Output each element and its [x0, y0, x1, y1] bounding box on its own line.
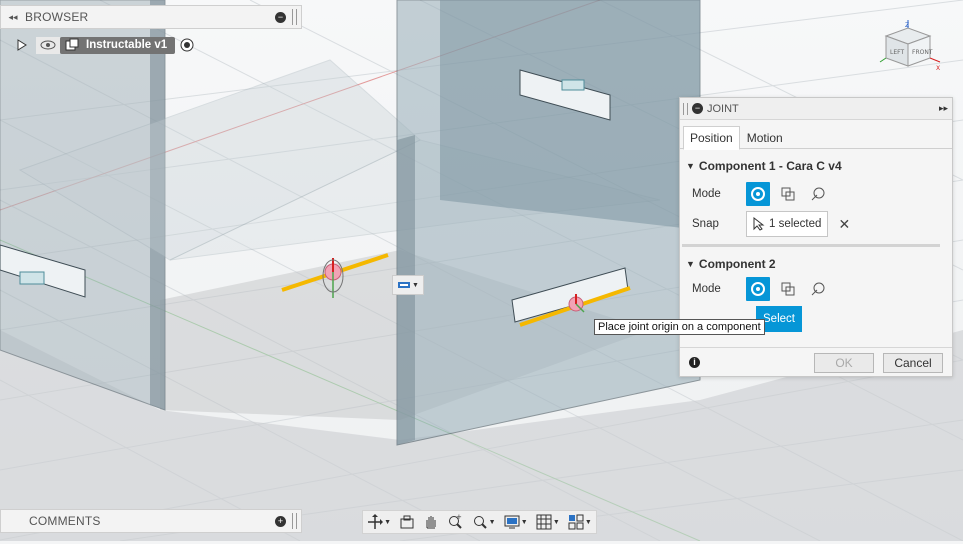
collapse-triangle-icon: ▼	[686, 259, 695, 269]
simple-mode-button[interactable]	[746, 277, 770, 301]
between-faces-icon	[781, 187, 795, 201]
tooltip: Place joint origin on a component	[594, 319, 765, 335]
between-two-faces-button[interactable]	[776, 182, 800, 206]
collapse-panel-icon[interactable]: ◂◂	[7, 11, 19, 23]
document-node[interactable]: Instructable v1	[60, 36, 176, 54]
component2-section-header[interactable]: ▼ Component 2	[686, 255, 952, 273]
minimize-icon[interactable]: −	[275, 11, 286, 23]
flip-direction-control[interactable]: ▼	[392, 275, 424, 295]
section-divider	[682, 244, 940, 247]
viewcube[interactable]: LEFT FRONT Z X	[874, 18, 944, 73]
simple-snap-icon	[751, 187, 765, 201]
fit-icon[interactable]: ▼	[472, 514, 496, 530]
simple-mode-button[interactable]	[746, 182, 770, 206]
viewcube-x-label: X	[936, 65, 940, 72]
collapse-triangle-icon: ▼	[686, 161, 695, 171]
viewcube-front-label[interactable]: FRONT	[912, 49, 933, 56]
expand-dialog-icon[interactable]: ▸▸	[939, 103, 948, 114]
component1-title: Component 1 - Cara C v4	[698, 159, 842, 173]
display-settings-icon[interactable]: ▼	[504, 514, 528, 530]
joint-dialog: − JOINT ▸▸ Position Motion ▼ Component 1…	[679, 97, 953, 377]
navigation-toolbar: ▼ + ▼ ▼ ▼ ▼	[362, 510, 597, 534]
snap-value: 1 selected	[769, 218, 822, 230]
component2-title: Component 2	[698, 257, 776, 271]
component2-mode-row: Mode	[692, 275, 952, 303]
look-at-icon[interactable]	[399, 514, 415, 530]
snap-selection-box[interactable]: 1 selected	[746, 211, 829, 237]
joint-dialog-header[interactable]: − JOINT ▸▸	[680, 98, 952, 120]
component1-snap-row: Snap 1 selected ✕	[692, 210, 952, 238]
joint-dialog-title: JOINT	[707, 102, 739, 115]
resize-handle[interactable]	[292, 513, 297, 529]
component1-mode-row: Mode	[692, 180, 952, 208]
info-icon[interactable]: i	[689, 356, 700, 368]
two-edge-intersection-button[interactable]	[806, 277, 830, 301]
drag-handle[interactable]	[683, 102, 688, 115]
comments-title: COMMENTS	[29, 514, 101, 528]
grid-settings-icon[interactable]: ▼	[536, 514, 560, 530]
simple-snap-icon	[751, 282, 765, 296]
visibility-eye-icon[interactable]	[36, 36, 60, 54]
joint-dialog-footer: i OK Cancel	[680, 347, 952, 376]
between-faces-icon	[781, 282, 795, 296]
browser-title: BROWSER	[25, 10, 89, 24]
two-edge-intersection-icon	[811, 187, 825, 201]
add-comment-icon[interactable]: +	[275, 515, 286, 527]
joint-tabs: Position Motion	[680, 120, 952, 150]
resize-handle[interactable]	[292, 9, 297, 25]
cursor-arrow-icon	[753, 217, 765, 231]
comments-panel-header: COMMENTS +	[0, 509, 302, 533]
expand-triangle-icon[interactable]	[16, 39, 28, 51]
mode-label: Mode	[692, 188, 721, 200]
two-edge-intersection-icon	[811, 282, 825, 296]
viewcube-z-label: Z	[905, 22, 909, 29]
component-icon	[65, 38, 79, 51]
minimize-icon[interactable]: −	[692, 103, 703, 114]
component1-section-header[interactable]: ▼ Component 1 - Cara C v4	[686, 157, 952, 175]
mode-label: Mode	[692, 283, 721, 295]
viewports-icon[interactable]: ▼	[568, 514, 592, 530]
orbit-icon[interactable]: ▼	[367, 514, 391, 530]
snap-label: Snap	[692, 218, 719, 230]
viewcube-left-label[interactable]: LEFT	[890, 49, 904, 56]
zoom-icon[interactable]: +	[447, 514, 463, 530]
browser-tree-root[interactable]: Instructable v1	[16, 35, 195, 55]
flip-icon	[398, 282, 411, 288]
cancel-button[interactable]: Cancel	[883, 353, 943, 373]
pan-icon[interactable]	[423, 514, 439, 530]
tab-position[interactable]: Position	[683, 126, 740, 150]
chevron-down-icon: ▼	[412, 281, 419, 289]
tab-motion[interactable]: Motion	[740, 126, 790, 150]
document-name: Instructable v1	[86, 39, 168, 51]
ok-button[interactable]: OK	[814, 353, 874, 373]
between-two-faces-button[interactable]	[776, 277, 800, 301]
activate-radio-icon[interactable]	[179, 37, 195, 53]
browser-panel-header: ◂◂ BROWSER −	[0, 5, 302, 29]
clear-selection-icon[interactable]: ✕	[838, 216, 850, 233]
two-edge-intersection-button[interactable]	[806, 182, 830, 206]
svg-text:+: +	[456, 514, 462, 521]
